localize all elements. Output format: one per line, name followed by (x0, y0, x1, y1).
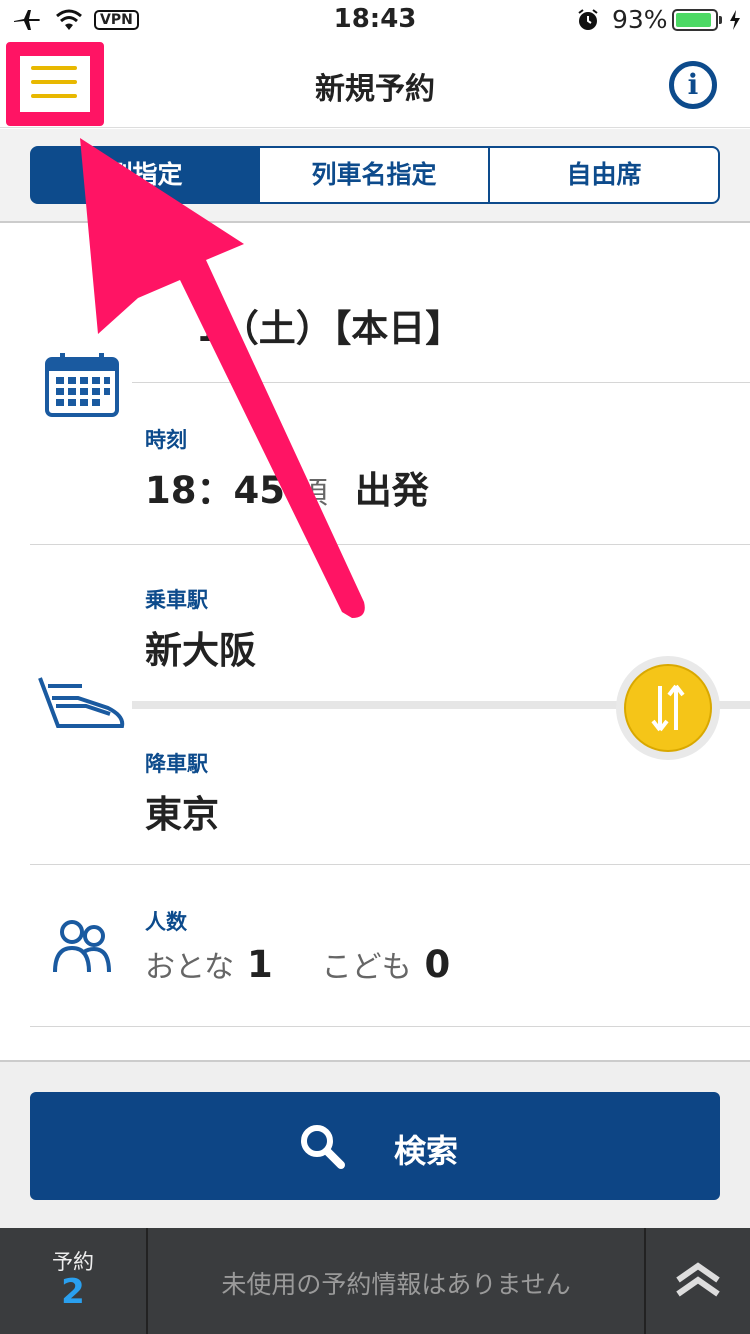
passengers-value[interactable]: おとな 1 こども 0 (145, 942, 450, 986)
swap-stations-button[interactable] (624, 664, 712, 752)
tab-train-name[interactable]: 列車名指定 (258, 146, 490, 204)
alarm-icon (578, 9, 598, 30)
status-bar: VPN 18:43 93% (0, 0, 750, 40)
time-approx: 頃 (297, 476, 328, 511)
time-value: 18：45 (145, 469, 285, 512)
passengers-label: 人数 (145, 910, 187, 934)
hamburger-menu-icon[interactable] (31, 66, 77, 98)
people-icon (53, 920, 111, 973)
info-icon[interactable]: i (669, 61, 717, 109)
child-label: こども (321, 950, 412, 985)
date-value[interactable]: 1（土）【本日】 (196, 298, 462, 352)
swap-arrows-icon (651, 684, 685, 732)
double-chevron-up-icon[interactable] (674, 1262, 722, 1298)
tab-seat-specified[interactable]: 列指定 (30, 146, 260, 204)
departure-label: 乗車駅 (145, 588, 208, 612)
date-label: 日 (190, 266, 211, 290)
battery-icon (672, 9, 718, 31)
departure-station[interactable]: 新大阪 (145, 620, 256, 674)
adult-label: おとな (145, 950, 235, 985)
reservation-message: 未使用の予約情報はありません (221, 1270, 571, 1299)
calendar-icon (45, 353, 119, 417)
child-count: 0 (424, 943, 451, 986)
nav-bar: 新規予約 (0, 40, 750, 128)
time-value-row[interactable]: 18：45 頃 出発 (145, 460, 429, 514)
search-button[interactable]: 検索 (30, 1092, 720, 1200)
search-label: 検索 (394, 1132, 459, 1170)
arrival-label: 降車駅 (145, 752, 208, 776)
battery-percent: 93% (612, 5, 668, 34)
time-label: 時刻 (145, 428, 187, 452)
page-title: 新規予約 (315, 72, 435, 107)
train-icon (38, 677, 125, 728)
charging-icon (730, 10, 740, 30)
adult-count: 1 (247, 943, 273, 986)
reservation-count[interactable]: 2 (0, 1272, 146, 1312)
arrival-station[interactable]: 東京 (145, 784, 219, 838)
tab-non-reserved[interactable]: 自由席 (488, 146, 720, 204)
time-depart: 出発 (354, 469, 429, 512)
search-icon (301, 1125, 345, 1169)
